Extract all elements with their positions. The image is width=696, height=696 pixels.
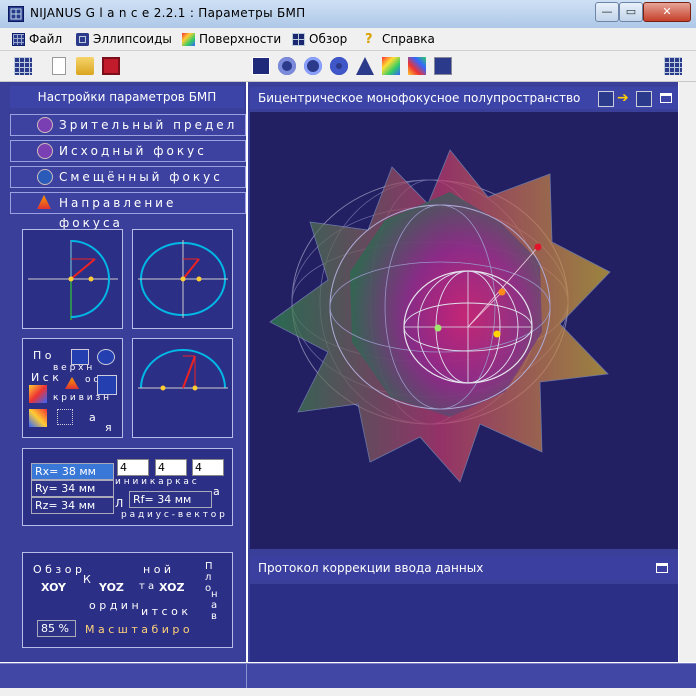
menu-surfaces[interactable]: Поверхности [182, 31, 281, 47]
grid-icon [12, 32, 25, 46]
surface-icon [182, 32, 195, 46]
vertical-scrollbar[interactable] [679, 82, 696, 662]
shifted-focus-icon [37, 169, 53, 185]
menu-file[interactable]: Файл [12, 31, 62, 47]
menu-view[interactable]: Обзор [292, 31, 347, 47]
visual-limit-button[interactable]: Зрительный предел [10, 114, 246, 136]
status-bar [0, 663, 696, 696]
review-panel: О б з о р н о й П л о XOY К YOZ т а XOZ … [22, 552, 233, 648]
spinner-3[interactable]: 4 [192, 459, 224, 476]
focus-direction-button[interactable]: Направление фокуса [10, 192, 246, 230]
table-icon[interactable] [14, 57, 32, 75]
star-surface-icon[interactable] [434, 57, 452, 75]
visual-limit-icon [37, 117, 53, 133]
sphere-view-icon[interactable] [330, 57, 348, 75]
spinner-1[interactable]: 4 [117, 459, 149, 476]
focus-view-icon[interactable] [304, 57, 322, 75]
parameters-panel: Rx= 38 мм Ry= 34 мм Rz= 34 мм 4 4 4 и н … [22, 448, 233, 526]
yoz-button[interactable]: YOZ [99, 581, 124, 594]
surface-render [269, 149, 611, 483]
ellipsoid-icon [76, 32, 89, 46]
open-folder-icon[interactable] [76, 57, 94, 75]
rf-field[interactable]: Rf= 34 мм [129, 491, 212, 508]
maximize-button[interactable]: ▭ [619, 2, 643, 22]
new-file-icon[interactable] [52, 57, 66, 75]
xoz-button[interactable]: XOZ [159, 581, 184, 594]
app-icon [8, 6, 24, 22]
status-divider [246, 664, 247, 688]
protocol-header: Протокол коррекции ввода данных [250, 556, 678, 580]
shifted-focus-button[interactable]: Смещённый фокус [10, 166, 246, 188]
wireframe-icon[interactable] [252, 57, 270, 75]
3d-viewport[interactable] [250, 112, 678, 549]
ry-field[interactable]: Ry= 34 мм [31, 480, 114, 497]
help-icon: ? [365, 31, 373, 47]
rz-field[interactable]: Rz= 34 мм [31, 497, 114, 514]
view-icon [292, 32, 305, 46]
protocol-maximize-icon[interactable] [656, 563, 668, 573]
initial-focus-icon [37, 143, 53, 159]
arrow-right-icon[interactable]: ➔ [617, 91, 631, 105]
toolbar [0, 51, 696, 82]
xoy-button[interactable]: XOY [41, 581, 66, 594]
color-surface-icon[interactable] [382, 57, 400, 75]
gradient-star-icon[interactable] [29, 409, 47, 427]
save-icon[interactable] [102, 57, 120, 75]
initial-focus-button[interactable]: Исходный фокус [10, 140, 246, 162]
focus-direction-icon [37, 195, 51, 209]
rx-field[interactable]: Rx= 38 мм [31, 463, 114, 480]
color-star-icon[interactable] [29, 385, 47, 403]
close-button[interactable]: ✕ [643, 2, 691, 22]
scale-field[interactable]: 85 % [37, 620, 76, 637]
menu-bar: Файл Эллипсоиды Поверхности Обзор ? Спра… [0, 28, 696, 51]
grid-toggle-icon[interactable] [664, 57, 682, 75]
window-title: NIJANUS G l a n c e 2.2.1 : Параметры БМ… [30, 6, 306, 20]
title-bar: NIJANUS G l a n c e 2.2.1 : Параметры БМ… [0, 0, 696, 29]
front-projection-diagram [138, 240, 228, 318]
warp-icon[interactable] [65, 377, 79, 389]
rings-icon[interactable] [97, 349, 115, 365]
side-projection-tile[interactable] [22, 229, 123, 329]
settings-header: Настройки параметров БМП [10, 86, 244, 108]
ellipsoid-toggle-icon[interactable] [598, 91, 614, 107]
top-projection-tile[interactable] [132, 338, 233, 438]
gradient-surface-icon[interactable] [408, 57, 426, 75]
minimize-button[interactable]: — [595, 2, 619, 22]
surfaces-letters-tile: П о в е р х н И с к о с т к р и в и з н … [22, 338, 123, 438]
top-projection-diagram [138, 349, 228, 391]
ellipsoid-view-icon[interactable] [278, 57, 296, 75]
dots-icon[interactable] [57, 409, 73, 425]
protocol-log[interactable] [250, 584, 678, 662]
close-view-icon[interactable] [636, 91, 652, 107]
spinner-2[interactable]: 4 [155, 459, 187, 476]
menu-ellipsoids[interactable]: Эллипсоиды [76, 31, 172, 47]
menu-help[interactable]: ? Справка [365, 31, 435, 47]
viewport-maximize-icon[interactable] [660, 93, 672, 103]
dome-icon[interactable] [97, 375, 117, 395]
front-projection-tile[interactable] [132, 229, 233, 329]
side-projection-diagram [28, 240, 118, 320]
direction-icon[interactable] [356, 57, 374, 75]
